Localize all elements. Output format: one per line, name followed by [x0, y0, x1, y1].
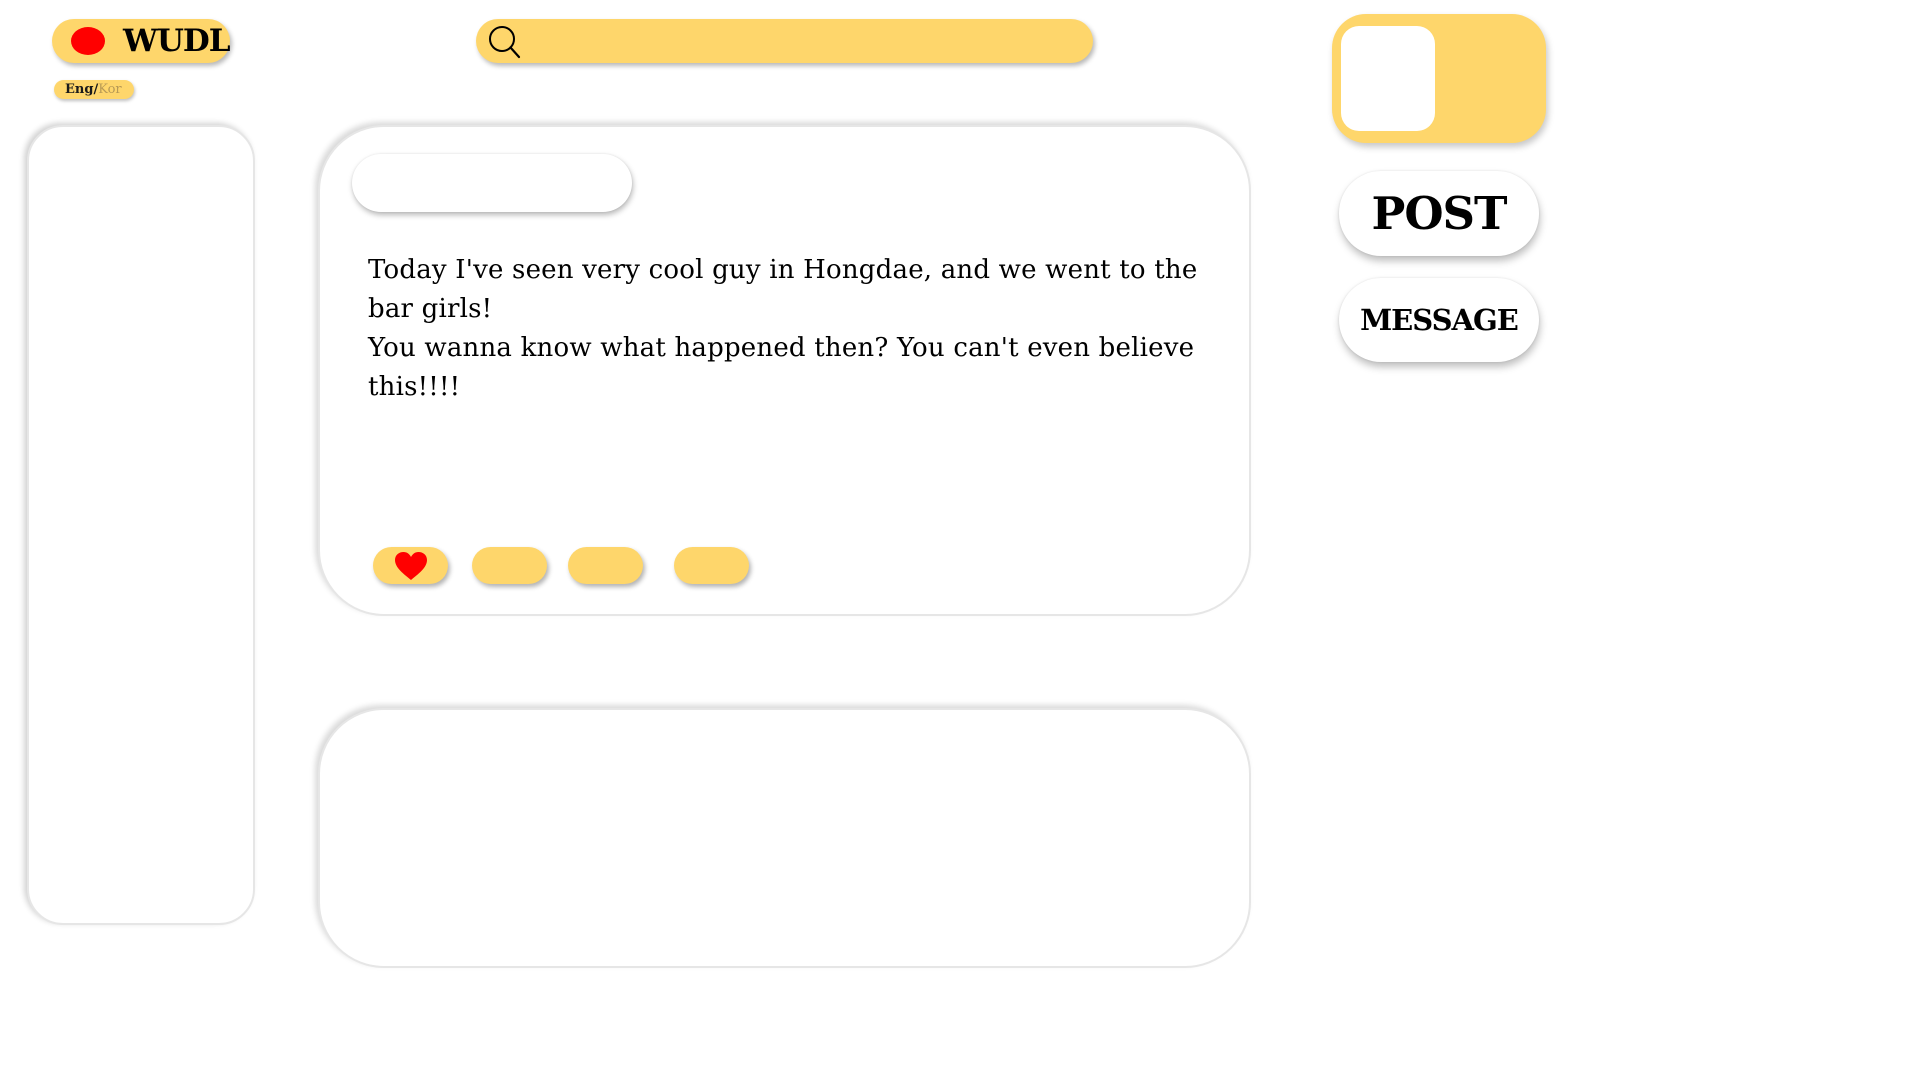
- brand-name: WUDL: [123, 23, 231, 59]
- post-card: Today I've seen very cool guy in Hongdae…: [318, 125, 1251, 616]
- logo-dot-icon: [71, 27, 105, 55]
- language-toggle[interactable]: Eng/Kor: [54, 80, 134, 99]
- action-button-2[interactable]: [472, 547, 547, 584]
- post-line: Today I've seen very cool guy in Hongdae…: [368, 255, 1198, 324]
- language-kor[interactable]: Kor: [98, 82, 121, 97]
- post-line: You wanna know what happened then? You c…: [368, 333, 1195, 402]
- post-button[interactable]: POST: [1339, 171, 1539, 256]
- left-sidebar: [27, 125, 255, 925]
- language-eng[interactable]: Eng: [65, 82, 93, 97]
- post-card: [318, 708, 1251, 968]
- like-button[interactable]: [373, 547, 448, 584]
- action-button-4[interactable]: [674, 547, 749, 584]
- message-button[interactable]: MESSAGE: [1339, 278, 1539, 362]
- heart-icon: [394, 551, 427, 580]
- logo-button[interactable]: WUDL: [52, 19, 231, 63]
- search-bar[interactable]: [476, 19, 1093, 63]
- avatar[interactable]: [1341, 26, 1435, 131]
- profile-card[interactable]: [1332, 14, 1546, 143]
- post-title-pill[interactable]: [352, 154, 632, 212]
- action-button-3[interactable]: [568, 547, 643, 584]
- post-body: Today I've seen very cool guy in Hongdae…: [368, 251, 1218, 407]
- search-icon[interactable]: [486, 24, 522, 60]
